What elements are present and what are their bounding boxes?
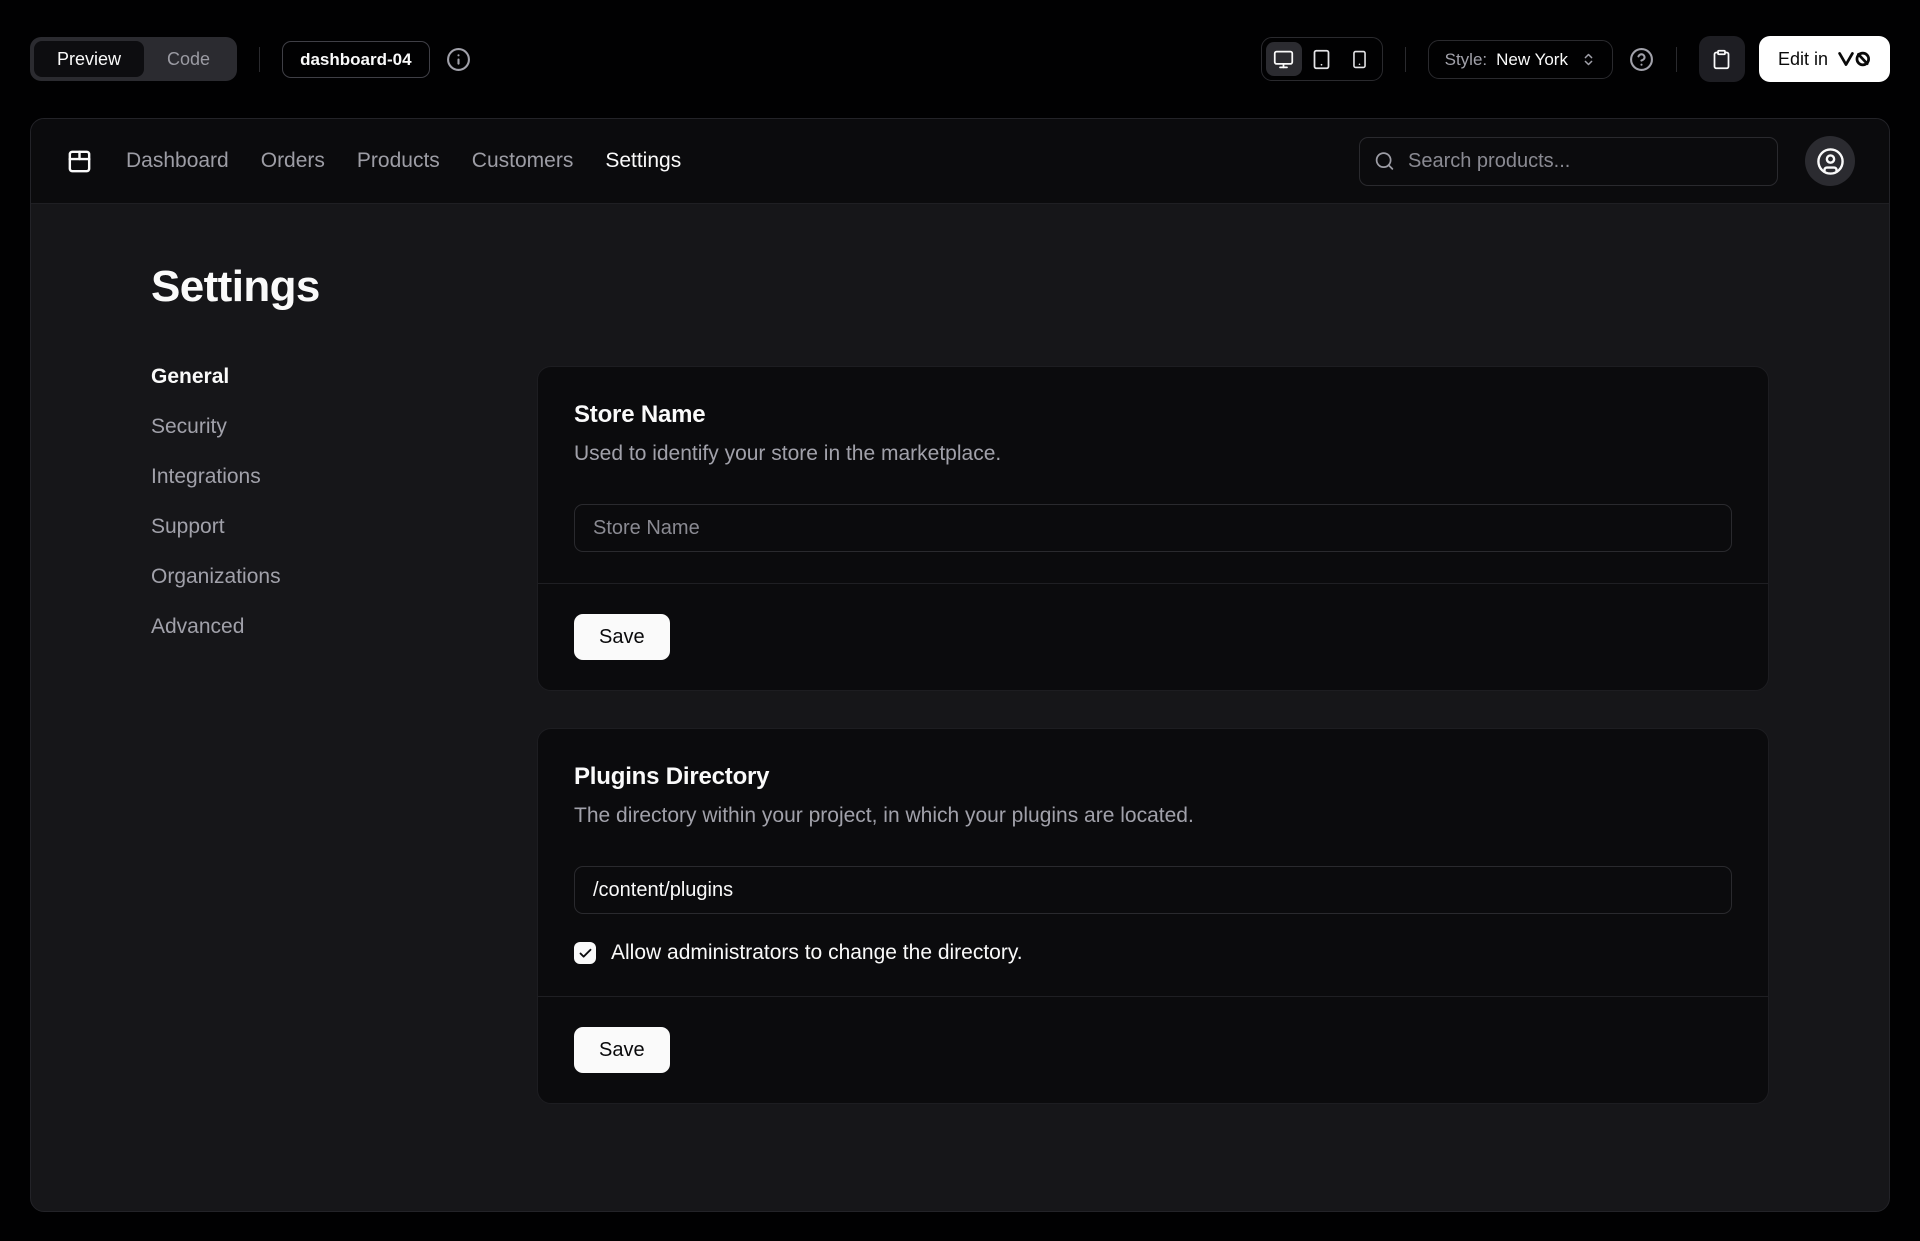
device-toggle-group <box>1261 37 1383 81</box>
monitor-icon <box>1273 49 1294 70</box>
circle-user-icon <box>1816 147 1845 176</box>
nav-link-dashboard[interactable]: Dashboard <box>126 149 229 173</box>
tablet-view-button[interactable] <box>1304 42 1340 76</box>
nav-link-customers[interactable]: Customers <box>472 149 574 173</box>
clipboard-icon <box>1711 49 1732 70</box>
style-select-label: Style: <box>1445 51 1488 68</box>
help-icon[interactable] <box>1629 47 1654 72</box>
toolbar-right: Style: New York Edit in <box>1261 36 1890 82</box>
search-input[interactable] <box>1359 137 1778 186</box>
plugins-directory-card-description: The directory within your project, in wh… <box>574 804 1732 828</box>
store-name-card-footer: Save <box>538 583 1768 690</box>
block-viewer-app: Preview Code dashboard-04 <box>0 0 1920 1212</box>
plugins-directory-card-title: Plugins Directory <box>574 763 1732 791</box>
v0-logo-icon <box>1837 51 1871 67</box>
settings-layout: General Security Integrations Support Or… <box>151 366 1769 1104</box>
style-select-value: New York <box>1496 51 1568 68</box>
tab-preview[interactable]: Preview <box>34 41 144 77</box>
plugins-directory-card: Plugins Directory The directory within y… <box>537 728 1769 1104</box>
smartphone-icon <box>1350 50 1369 69</box>
header-right <box>1359 136 1855 186</box>
plugins-directory-input[interactable] <box>574 866 1732 914</box>
mobile-view-button[interactable] <box>1342 42 1378 76</box>
divider <box>1405 47 1406 72</box>
chevrons-up-down-icon <box>1581 52 1596 67</box>
nav-link-settings[interactable]: Settings <box>605 149 681 173</box>
viewer-toolbar: Preview Code dashboard-04 <box>0 0 1920 118</box>
package-icon[interactable] <box>65 147 94 176</box>
divider <box>1676 47 1677 72</box>
settings-page: Settings General Security Integrations S… <box>31 204 1889 1211</box>
plugins-directory-card-body: Plugins Directory The directory within y… <box>538 729 1768 996</box>
sidebar-item-general[interactable]: General <box>151 366 537 387</box>
store-name-card-description: Used to identify your store in the marke… <box>574 442 1732 466</box>
nav-link-orders[interactable]: Orders <box>261 149 325 173</box>
settings-sidebar: General Security Integrations Support Or… <box>151 366 537 637</box>
settings-cards: Store Name Used to identify your store i… <box>537 366 1769 1104</box>
tab-code[interactable]: Code <box>144 41 233 77</box>
allow-admins-checkbox[interactable] <box>574 942 596 964</box>
sidebar-item-advanced[interactable]: Advanced <box>151 616 537 637</box>
plugins-directory-card-footer: Save <box>538 996 1768 1103</box>
toolbar-left: Preview Code dashboard-04 <box>30 37 471 81</box>
sidebar-item-integrations[interactable]: Integrations <box>151 466 537 487</box>
info-icon[interactable] <box>446 47 471 72</box>
store-name-card: Store Name Used to identify your store i… <box>537 366 1769 691</box>
desktop-view-button[interactable] <box>1266 42 1302 76</box>
check-icon <box>578 946 593 961</box>
sidebar-item-organizations[interactable]: Organizations <box>151 566 537 587</box>
copy-code-button[interactable] <box>1699 36 1745 82</box>
store-name-card-title: Store Name <box>574 401 1732 429</box>
user-menu-button[interactable] <box>1805 136 1855 186</box>
edit-in-v0-button[interactable]: Edit in <box>1759 36 1890 82</box>
store-name-save-button[interactable]: Save <box>574 614 670 660</box>
store-name-card-body: Store Name Used to identify your store i… <box>538 367 1768 583</box>
allow-admins-checkbox-row[interactable]: Allow administrators to change the direc… <box>574 941 1732 965</box>
preview-code-toggle: Preview Code <box>30 37 237 81</box>
divider <box>259 47 260 72</box>
sidebar-item-security[interactable]: Security <box>151 416 537 437</box>
edit-in-v0-label: Edit in <box>1778 49 1828 70</box>
block-preview-frame: Dashboard Orders Products Customers Sett… <box>30 118 1890 1212</box>
page-title: Settings <box>151 262 1769 312</box>
store-header: Dashboard Orders Products Customers Sett… <box>31 119 1889 204</box>
nav-link-products[interactable]: Products <box>357 149 440 173</box>
search-icon <box>1374 151 1395 172</box>
allow-admins-checkbox-label: Allow administrators to change the direc… <box>611 941 1023 965</box>
sidebar-item-support[interactable]: Support <box>151 516 537 537</box>
search-wrap <box>1359 137 1778 186</box>
tablet-icon <box>1311 49 1332 70</box>
block-name-badge: dashboard-04 <box>282 41 429 78</box>
plugins-directory-save-button[interactable]: Save <box>574 1027 670 1073</box>
style-select[interactable]: Style: New York <box>1428 40 1613 79</box>
main-nav: Dashboard Orders Products Customers Sett… <box>126 149 681 173</box>
store-name-input[interactable] <box>574 504 1732 552</box>
